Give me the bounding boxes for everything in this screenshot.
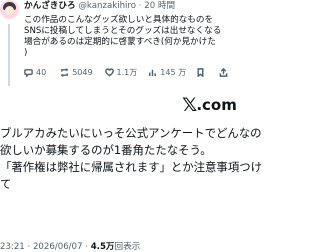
text-line: 「著作権は弊社に帰属されます」とか注意事項つけ <box>0 160 262 174</box>
text-line: て <box>0 177 12 191</box>
reply-icon <box>24 69 33 77</box>
x-logo-icon: 𝕏 <box>182 94 198 116</box>
bookmark-icon <box>197 68 204 77</box>
text-line: ) <box>24 48 28 58</box>
reply-button[interactable]: 40 <box>24 68 46 77</box>
text-line: SNSに投稿してしまうとそのグッズは出せなくなる <box>24 26 222 36</box>
tweet-meta: 23:21 · 2026/06/07 · 4.5万回表示 <box>0 240 140 252</box>
time-ago[interactable]: 20 時間 <box>144 1 175 11</box>
share-icon <box>219 68 228 77</box>
avatar[interactable] <box>0 0 19 19</box>
like-button[interactable]: 1.1万 <box>104 67 138 78</box>
repost-icon <box>60 68 69 77</box>
handle[interactable]: @kanzakihiro <box>78 1 136 11</box>
x-logo-text: .com <box>196 96 237 114</box>
views-button[interactable]: 145 万 <box>148 67 186 78</box>
text-line: 場合があるのは定期的に啓蒙すべき(何か見かけた <box>24 37 216 47</box>
repost-button[interactable]: 5049 <box>60 68 93 77</box>
bookmark-button[interactable] <box>196 68 205 77</box>
quoted-tweet[interactable]: かんざきひろ @kanzakihiro · 20 時間 この作品のこんなグッズ欲… <box>0 0 241 91</box>
view-count: 4.5万 <box>90 242 115 252</box>
reply-count: 40 <box>36 68 47 77</box>
avatar-face <box>5 6 14 15</box>
quoted-tweet-header: かんざきひろ @kanzakihiro · 20 時間 <box>24 1 175 12</box>
heart-icon <box>104 68 114 77</box>
separator: · <box>138 1 142 11</box>
view-count: 145 万 <box>160 68 187 77</box>
repost-count: 5049 <box>72 68 93 77</box>
text-line: 欲しいか募集するのが1番角たたなそう。 <box>0 143 212 157</box>
text-line: この作品のこんなグッズ欲しいと具体的なものを <box>24 15 214 25</box>
x-logo-watermark: 𝕏 .com <box>182 94 237 116</box>
thread-line <box>8 24 10 86</box>
views-label: 回表示 <box>114 242 141 252</box>
quoted-tweet-text: この作品のこんなグッズ欲しいと具体的なものを SNSに投稿してしまうとそのグッズ… <box>24 15 238 59</box>
tweet-text: ブルアカみたいにいっそ公式アンケートでどんなの 欲しいか募集するのが1番角たたな… <box>0 125 262 193</box>
text-line: ブルアカみたいにいっそ公式アンケートでどんなの <box>0 126 262 140</box>
views-chart-icon <box>149 69 157 77</box>
like-count: 1.1万 <box>116 68 138 77</box>
action-bar: 40 5049 1.1万 145 万 <box>24 66 238 79</box>
timestamp[interactable]: 23:21 · 2026/06/07 · <box>0 242 88 252</box>
display-name[interactable]: かんざきひろ <box>24 1 76 11</box>
share-button[interactable] <box>219 68 228 77</box>
